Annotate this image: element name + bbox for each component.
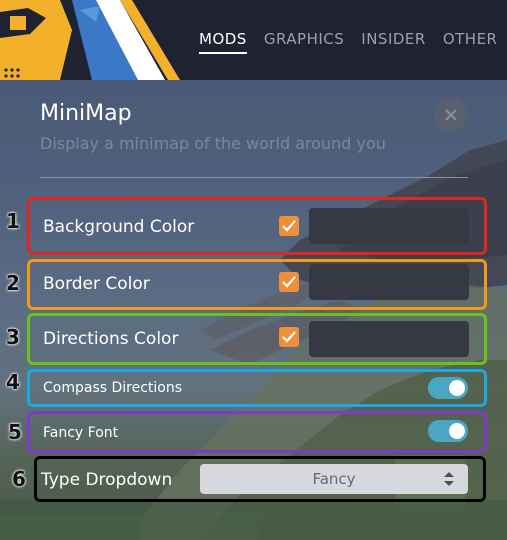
close-button[interactable]: [434, 98, 468, 132]
tab-other[interactable]: OTHER: [443, 30, 498, 54]
border-color-swatch[interactable]: [309, 264, 469, 300]
sort-arrows-icon: [444, 472, 454, 486]
setting-label: Directions Color: [43, 329, 179, 349]
border-color-checkbox[interactable]: [279, 272, 299, 292]
tab-graphics[interactable]: GRAPHICS: [264, 30, 344, 54]
setting-row-fancy-font: Fancy Font: [27, 411, 487, 453]
checkmark-icon: [282, 220, 296, 232]
tab-insider[interactable]: INSIDER: [361, 30, 426, 54]
background-color-checkbox[interactable]: [279, 216, 299, 236]
annotation-number: 4: [6, 370, 20, 394]
setting-row-directions-color: Directions Color: [27, 313, 487, 365]
setting-label: Border Color: [43, 274, 150, 294]
annotation-number: 5: [8, 420, 22, 444]
divider: [40, 177, 468, 178]
dropdown-selected-value: Fancy: [312, 470, 356, 488]
directions-color-swatch[interactable]: [309, 321, 469, 357]
type-dropdown[interactable]: Fancy: [200, 464, 468, 494]
page-title: MiniMap: [40, 101, 132, 126]
setting-row-background-color: Background Color: [27, 197, 487, 255]
annotation-number: 6: [12, 467, 26, 491]
tab-mods[interactable]: MODS: [199, 30, 247, 54]
setting-row-compass-directions: Compass Directions: [27, 369, 487, 407]
setting-row-border-color: Border Color: [27, 259, 487, 310]
setting-label: Compass Directions: [43, 380, 183, 396]
setting-label: Fancy Font: [43, 425, 119, 441]
page-subtitle: Display a minimap of the world around yo…: [40, 134, 386, 153]
setting-label: Type Dropdown: [41, 470, 173, 490]
main-nav: MODS GRAPHICS INSIDER OTHER: [199, 30, 507, 54]
top-bar: MODS GRAPHICS INSIDER OTHER: [0, 0, 507, 80]
annotation-number: 3: [6, 325, 20, 349]
close-icon: [445, 109, 457, 121]
setting-row-type-dropdown: Type Dropdown Fancy: [34, 456, 486, 502]
background-color-swatch[interactable]: [309, 208, 469, 244]
logo-graphic: [0, 0, 190, 80]
checkmark-icon: [282, 331, 296, 343]
annotation-number: 2: [6, 271, 20, 295]
toggle-knob: [449, 423, 465, 439]
annotation-number: 1: [6, 209, 20, 233]
toggle-knob: [449, 380, 465, 396]
directions-color-checkbox[interactable]: [279, 327, 299, 347]
compass-directions-toggle[interactable]: [428, 377, 468, 399]
checkmark-icon: [282, 276, 296, 288]
setting-label: Background Color: [43, 217, 195, 237]
fancy-font-toggle[interactable]: [428, 420, 468, 442]
